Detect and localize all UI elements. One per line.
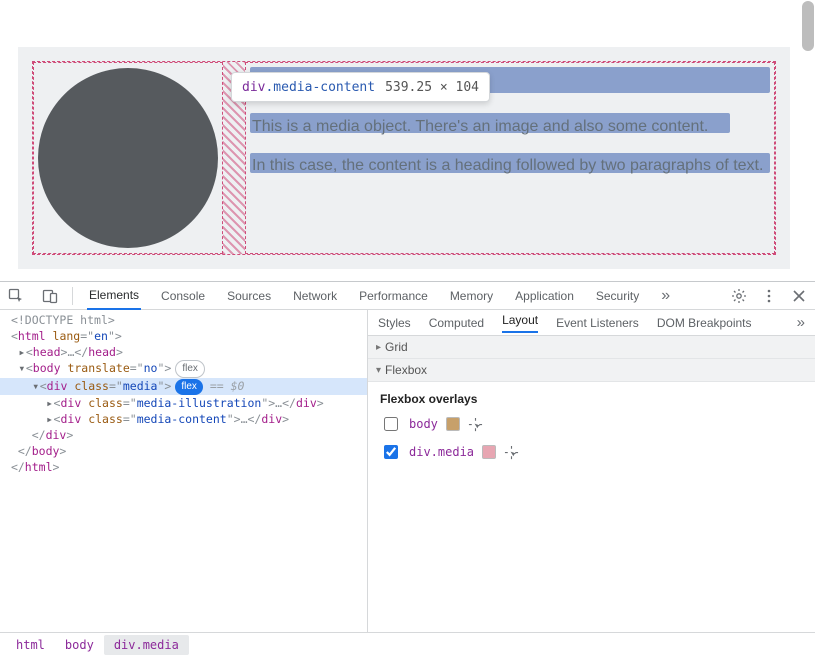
layout-flexbox-header[interactable]: ▾ Flexbox: [368, 359, 815, 382]
element-picker-icon[interactable]: [504, 445, 519, 460]
element-picker-icon[interactable]: [468, 417, 483, 432]
device-toolbar-icon[interactable]: [42, 288, 58, 304]
crumb-body[interactable]: body: [55, 635, 104, 655]
layout-panel: ▸ Grid ▾ Flexbox Flexbox overlays body: [368, 336, 815, 474]
tooltip-dimensions: 539.25 × 104: [385, 80, 479, 95]
dom-div-illustration[interactable]: ▸<div class="media-illustration">…</div>: [4, 395, 363, 411]
overlay-checkbox-body[interactable]: [384, 417, 398, 431]
overlay-swatch[interactable]: [482, 445, 496, 459]
dom-html-open[interactable]: <html lang="en">: [4, 328, 363, 344]
dom-body-open[interactable]: ▾<body translate="no">flex: [4, 360, 363, 378]
crumb-div-media[interactable]: div.media: [104, 635, 189, 655]
side-tab-event-listeners[interactable]: Event Listeners: [556, 316, 639, 330]
overlay-swatch[interactable]: [446, 417, 460, 431]
placeholder-circle: [38, 68, 218, 248]
dom-div-media-close[interactable]: </div>: [4, 427, 363, 443]
devtools-main-tabs: Elements Console Sources Network Perform…: [0, 282, 815, 310]
tab-console[interactable]: Console: [159, 282, 207, 309]
side-tabs: Styles Computed Layout Event Listeners D…: [368, 310, 815, 336]
tab-sources[interactable]: Sources: [225, 282, 273, 309]
overlay-row-body: body: [380, 414, 803, 434]
tab-network[interactable]: Network: [291, 282, 339, 309]
chevron-down-icon: ▾: [376, 365, 381, 376]
overlay-row-div-media: div.media: [380, 442, 803, 462]
layout-grid-header[interactable]: ▸ Grid: [368, 336, 815, 359]
inspect-element-icon[interactable]: [8, 288, 24, 304]
tab-memory[interactable]: Memory: [448, 282, 495, 309]
element-inspect-tooltip: div.media-content 539.25 × 104: [231, 72, 490, 102]
flex-badge[interactable]: flex: [175, 360, 205, 378]
flex-badge-active[interactable]: flex: [175, 379, 203, 395]
media-paragraph-1: This is a media object. There's an image…: [252, 117, 768, 136]
crumb-html[interactable]: html: [6, 635, 55, 655]
flexbox-overlays: Flexbox overlays body div.med: [368, 382, 815, 474]
overlay-label[interactable]: div.media: [409, 445, 474, 459]
overlay-checkbox-div-media[interactable]: [384, 445, 398, 459]
page-viewport: Media Object This is a media object. The…: [0, 0, 815, 281]
side-tab-dom-breakpoints[interactable]: DOM Breakpoints: [657, 316, 752, 330]
close-icon[interactable]: [791, 288, 807, 304]
dom-body-close[interactable]: </body>: [4, 443, 363, 459]
side-tab-layout[interactable]: Layout: [502, 313, 538, 333]
dom-head[interactable]: ▸<head>…</head>: [4, 344, 363, 360]
tab-security[interactable]: Security: [594, 282, 641, 309]
media-paragraph-2: In this case, the content is a heading f…: [252, 156, 768, 175]
elements-dom-tree[interactable]: <!DOCTYPE html> <html lang="en"> ▸<head>…: [0, 310, 368, 632]
dom-html-close[interactable]: </html>: [4, 459, 363, 475]
tooltip-class: .media-content: [265, 80, 375, 95]
gear-icon[interactable]: [731, 288, 747, 304]
side-tabs-overflow-icon[interactable]: »: [797, 314, 805, 331]
breadcrumb: html body div.media: [0, 632, 815, 656]
tabs-overflow-icon[interactable]: »: [659, 282, 672, 309]
tab-application[interactable]: Application: [513, 282, 576, 309]
dom-div-content[interactable]: ▸<div class="media-content">…</div>: [4, 411, 363, 427]
viewport-scrollbar[interactable]: [802, 1, 814, 51]
layout-grid-label: Grid: [385, 340, 408, 354]
devtools-panel: Elements Console Sources Network Perform…: [0, 281, 815, 656]
media-illustration-box: [33, 62, 223, 254]
elements-side-pane: Styles Computed Layout Event Listeners D…: [368, 310, 815, 632]
dom-doctype[interactable]: <!DOCTYPE html>: [4, 312, 363, 328]
flexbox-overlays-title: Flexbox overlays: [380, 392, 803, 406]
tooltip-tagname: div: [242, 80, 265, 95]
kebab-menu-icon[interactable]: [761, 288, 777, 304]
layout-flexbox-label: Flexbox: [385, 363, 427, 377]
tab-performance[interactable]: Performance: [357, 282, 430, 309]
chevron-right-icon: ▸: [376, 342, 381, 353]
overlay-label[interactable]: body: [409, 417, 438, 431]
side-tab-computed[interactable]: Computed: [429, 316, 484, 330]
dom-div-media[interactable]: ▾<div class="media">flex == $0: [0, 378, 367, 395]
side-tab-styles[interactable]: Styles: [378, 316, 411, 330]
tab-elements[interactable]: Elements: [87, 283, 141, 310]
